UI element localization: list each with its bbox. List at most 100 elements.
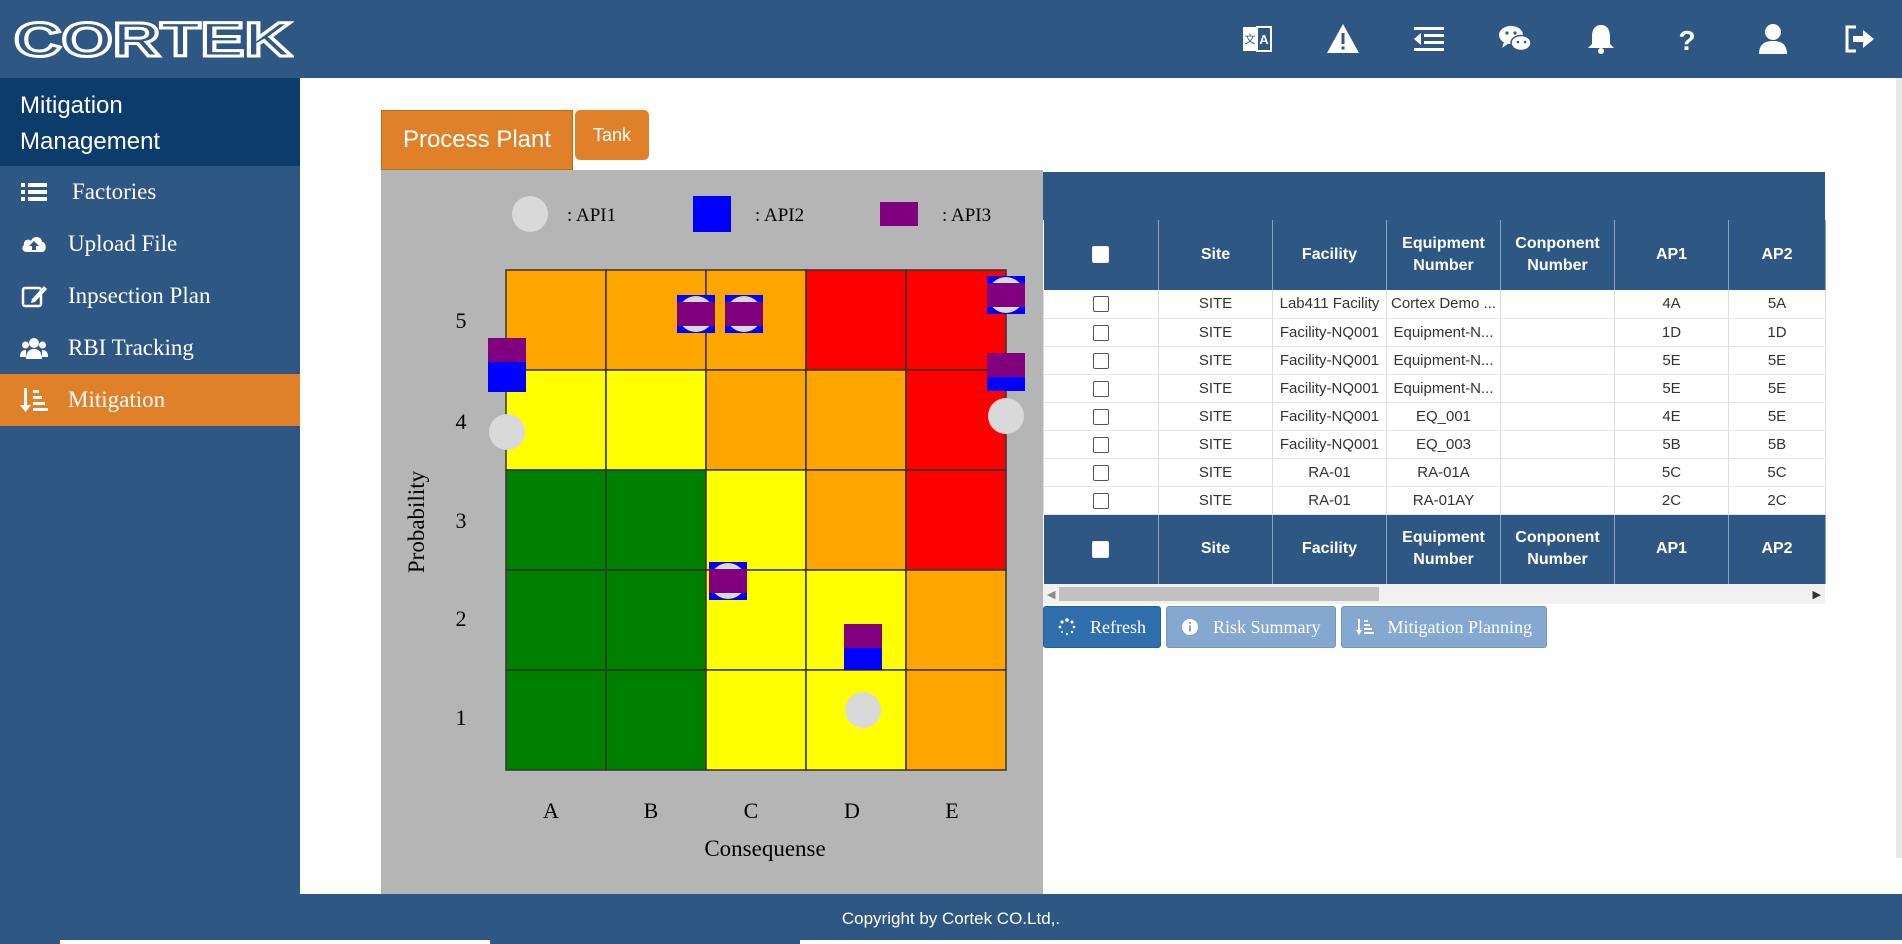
site-cell: SITE: [1158, 318, 1273, 347]
matrix-cell: [705, 669, 807, 771]
sidebar-title-line2: Management: [20, 128, 161, 155]
ap2-cell: 5B: [1728, 430, 1826, 459]
legend-api1-marker: [512, 196, 548, 232]
mitigation-planning-button[interactable]: Mitigation Planning: [1340, 606, 1548, 648]
select-all-checkbox[interactable]: [1092, 246, 1110, 264]
table-row[interactable]: SITE RA-01 RA-01AY 2C 2C: [1043, 486, 1826, 515]
row-checkbox[interactable]: [1093, 436, 1109, 453]
svg-text:?: ?: [1678, 25, 1695, 56]
site-cell: SITE: [1158, 290, 1273, 319]
sidebar-item-mitigation[interactable]: Mitigation: [0, 374, 300, 426]
marker-api3[interactable]: [844, 624, 882, 648]
footer-divider: [60, 940, 490, 944]
help-icon[interactable]: ?: [1644, 0, 1730, 78]
column-header-facility[interactable]: Facility: [1272, 220, 1387, 290]
translate-icon[interactable]: 文A: [1214, 0, 1300, 78]
footer-divider: [800, 940, 1902, 944]
matrix-cell: [605, 369, 707, 471]
row-select-cell: [1043, 290, 1159, 319]
table-row[interactable]: SITE RA-01 RA-01A 5C 5C: [1043, 458, 1826, 487]
equipment-number-cell: Equipment-N...: [1386, 346, 1501, 375]
table-row[interactable]: SITE Facility-NQ001 Equipment-N... 5E 5E: [1043, 374, 1826, 403]
marker-api2[interactable]: [987, 377, 1025, 391]
ap2-cell: 5E: [1728, 374, 1826, 403]
row-select-cell: [1043, 430, 1159, 459]
row-checkbox[interactable]: [1093, 464, 1109, 481]
ap2-cell: 5C: [1728, 458, 1826, 487]
matrix-cell: [705, 369, 807, 471]
column-footer-facility: Facility: [1272, 514, 1387, 584]
marker-combined[interactable]: [709, 562, 747, 600]
row-checkbox[interactable]: [1093, 492, 1109, 509]
scroll-left-icon[interactable]: ◀: [1047, 588, 1055, 601]
select-all-checkbox[interactable]: [1092, 540, 1110, 558]
marker-api2[interactable]: [844, 648, 882, 670]
sort-amount-icon: [0, 386, 68, 414]
ap1-cell: 2C: [1614, 486, 1729, 515]
ap2-cell: 5A: [1728, 290, 1826, 319]
column-header-site[interactable]: Site: [1158, 220, 1273, 290]
refresh-button[interactable]: Refresh: [1043, 606, 1161, 648]
user-icon[interactable]: [1730, 0, 1816, 78]
table-row[interactable]: SITE Facility-NQ001 EQ_003 5B 5B: [1043, 430, 1826, 459]
table-row[interactable]: SITE Facility-NQ001 EQ_001 4E 5E: [1043, 402, 1826, 431]
marker-combined[interactable]: [725, 295, 763, 333]
page-scrollbar[interactable]: [1896, 78, 1902, 858]
scroll-right-icon[interactable]: ▶: [1813, 588, 1821, 601]
column-header-equipment-number[interactable]: Equipment Number: [1386, 220, 1501, 290]
menu-collapse-icon[interactable]: [1386, 0, 1472, 78]
scrollbar-thumb[interactable]: [1059, 587, 1379, 601]
equipment-table: Site Facility Equipment Number Conponent…: [1043, 220, 1826, 584]
ap1-cell: 4A: [1614, 290, 1729, 319]
column-header-component-number[interactable]: Conponent Number: [1500, 220, 1615, 290]
sidebar-item-rbi-tracking[interactable]: RBI Tracking: [0, 322, 300, 374]
sidebar-item-label: Upload File: [68, 231, 178, 256]
select-all-footer: [1043, 514, 1159, 584]
component-number-cell: [1500, 346, 1615, 375]
sidebar-item-factories[interactable]: Factories: [0, 166, 300, 218]
marker-combined[interactable]: [677, 295, 715, 333]
sidebar-title: Mitigation Management: [0, 78, 300, 166]
marker-api2[interactable]: [488, 362, 526, 392]
table-row[interactable]: SITE Facility-NQ001 Equipment-N... 1D 1D: [1043, 318, 1826, 347]
row-checkbox[interactable]: [1093, 296, 1109, 313]
marker-api1[interactable]: [988, 398, 1024, 434]
risk-summary-button[interactable]: Risk Summary: [1165, 606, 1336, 648]
table-row[interactable]: SITE Lab411 Facility Cortex Demo ... 4A 5A: [1043, 290, 1826, 319]
facility-cell: RA-01: [1272, 458, 1387, 487]
site-cell: SITE: [1158, 430, 1273, 459]
list-icon: [0, 178, 68, 206]
column-header-ap1[interactable]: AP1: [1614, 220, 1729, 290]
sidebar-item-inspection-plan[interactable]: Inpsection Plan: [0, 270, 300, 322]
marker-api3[interactable]: [488, 338, 526, 362]
marker-combined[interactable]: [987, 276, 1025, 314]
marker-api1[interactable]: [489, 414, 525, 450]
column-header-ap2[interactable]: AP2: [1728, 220, 1826, 290]
marker-api1[interactable]: [845, 692, 881, 728]
component-number-cell: [1500, 290, 1615, 319]
ap1-cell: 5C: [1614, 458, 1729, 487]
row-checkbox[interactable]: [1093, 324, 1109, 341]
marker-api3[interactable]: [987, 353, 1025, 377]
horizontal-scrollbar[interactable]: ◀ ▶: [1043, 584, 1825, 604]
facility-cell: Facility-NQ001: [1272, 346, 1387, 375]
y-tick-2: 2: [456, 606, 467, 631]
row-checkbox[interactable]: [1093, 408, 1109, 425]
column-footer-ap2: AP2: [1728, 514, 1826, 584]
tab-process-plant[interactable]: Process Plant: [381, 110, 573, 170]
row-checkbox[interactable]: [1093, 352, 1109, 369]
wechat-icon[interactable]: [1472, 0, 1558, 78]
equipment-number-cell: EQ_001: [1386, 402, 1501, 431]
mitigation-planning-label: Mitigation Planning: [1387, 616, 1533, 637]
tab-tank[interactable]: Tank: [575, 110, 649, 160]
logout-icon[interactable]: [1816, 0, 1902, 78]
bell-icon[interactable]: [1558, 0, 1644, 78]
column-footer-component-number: Conponent Number: [1500, 514, 1615, 584]
legend-api1-label: : API1: [567, 205, 616, 226]
sidebar-item-upload-file[interactable]: Upload File: [0, 218, 300, 270]
warning-icon[interactable]: [1300, 0, 1386, 78]
table-row[interactable]: SITE Facility-NQ001 Equipment-N... 5E 5E: [1043, 346, 1826, 375]
row-select-cell: [1043, 318, 1159, 347]
row-checkbox[interactable]: [1093, 380, 1109, 397]
refresh-label: Refresh: [1090, 616, 1146, 637]
